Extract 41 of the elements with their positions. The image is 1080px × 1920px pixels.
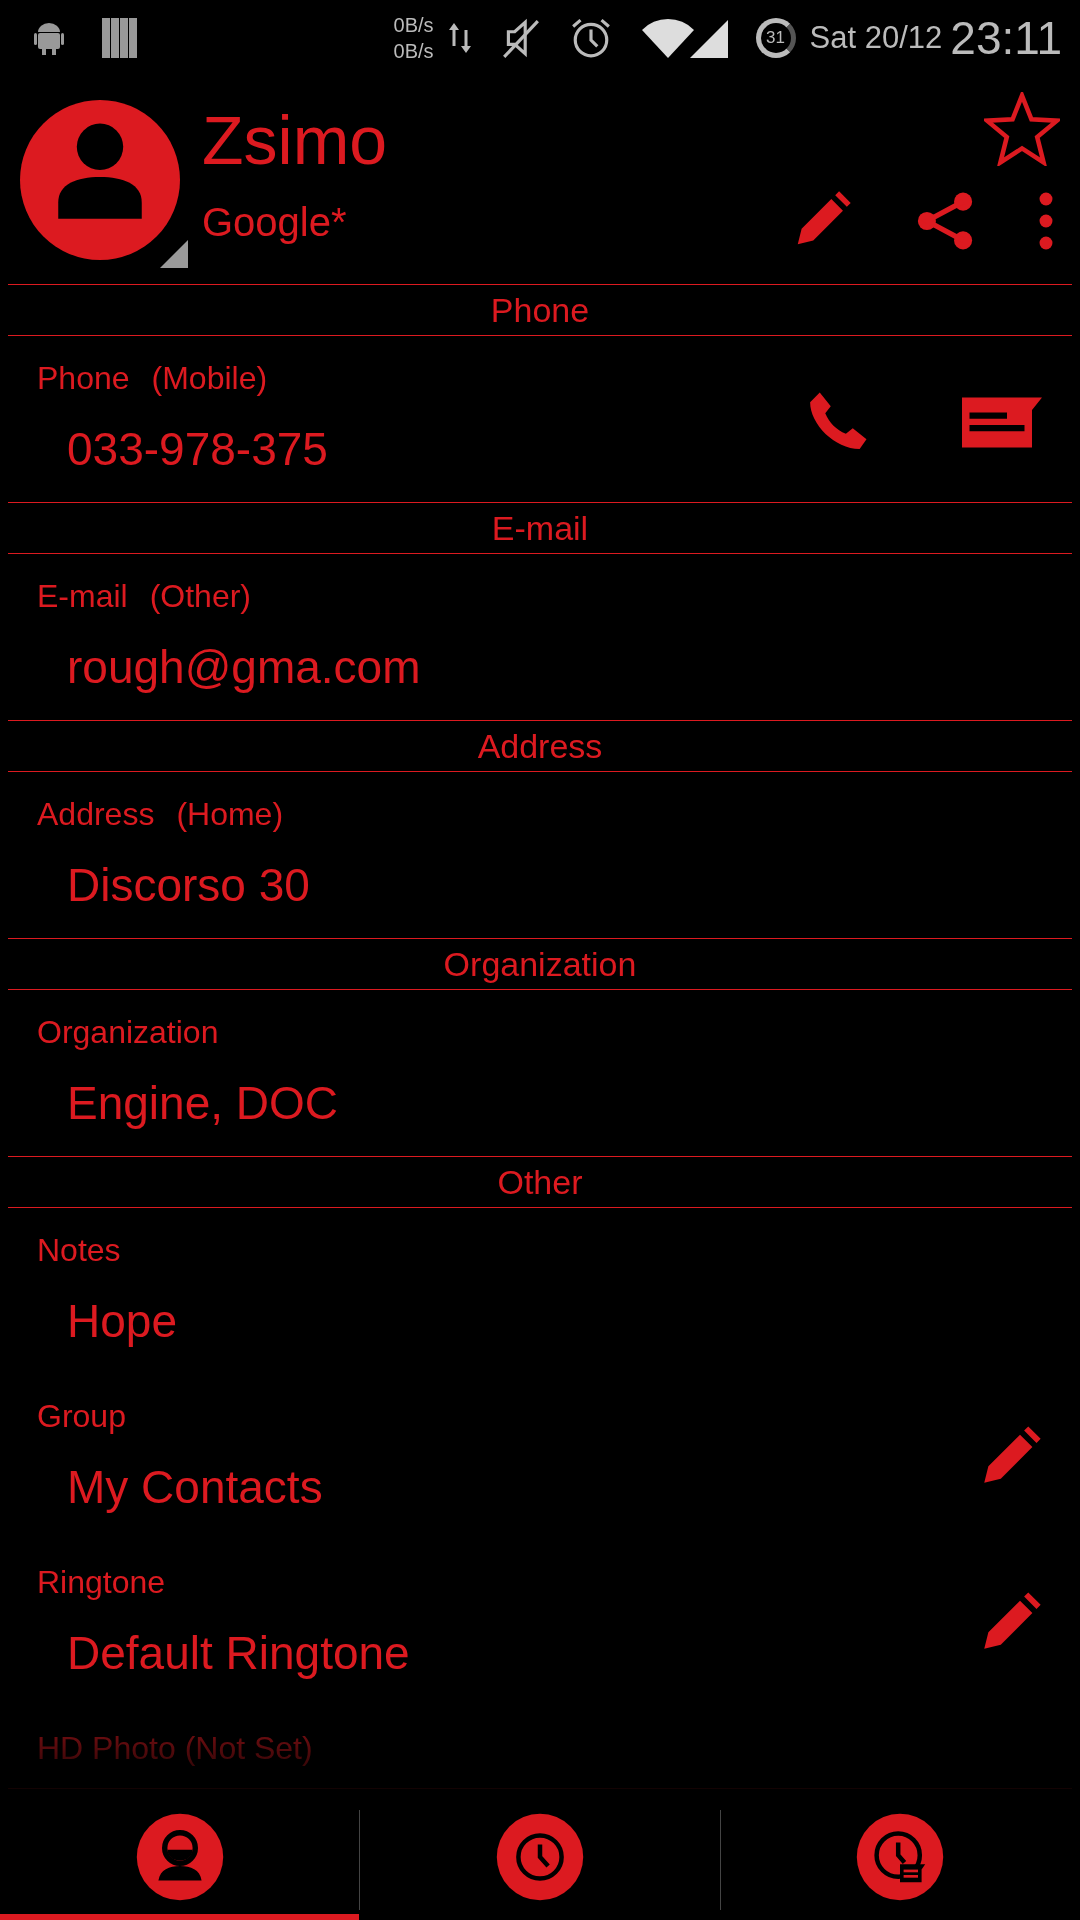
field-value[interactable]: Engine, DOC — [37, 1070, 338, 1136]
field-label: Phone — [37, 359, 130, 398]
data-arrows-icon — [447, 21, 472, 55]
field-value[interactable]: rough@gma.com — [37, 634, 421, 700]
star-icon[interactable] — [984, 92, 1060, 166]
field-label: Notes — [37, 1231, 121, 1270]
android-icon — [34, 21, 64, 55]
download-speed: 0B/s — [393, 39, 434, 64]
field-value[interactable]: My Contacts — [37, 1454, 323, 1520]
signal-icon — [639, 18, 730, 58]
field-label: Address — [37, 795, 155, 834]
account-name: Google* — [202, 200, 348, 245]
field-value[interactable]: Default Ringtone — [37, 1620, 410, 1686]
contact-name: Zsimo — [202, 101, 388, 180]
person-icon — [134, 1812, 225, 1902]
section-header: Other — [8, 1157, 1072, 1208]
section-header: E-mail — [8, 503, 1072, 554]
field-value[interactable]: 033-978-375 — [37, 416, 328, 482]
alarm-icon — [569, 17, 612, 59]
corner-triangle-icon — [160, 240, 188, 268]
section-header: Organization — [8, 939, 1072, 990]
field-label: E-mail — [37, 577, 128, 616]
clock-message-icon — [855, 1812, 946, 1902]
field-type: (Home) — [176, 795, 284, 834]
clock-icon — [495, 1812, 585, 1902]
battery-indicator: 31 — [755, 18, 796, 58]
field-type: (Other) — [149, 577, 251, 616]
field-label: Organization — [37, 1013, 219, 1052]
more-options-icon[interactable] — [1038, 190, 1054, 252]
field-label: Ringtone — [37, 1563, 166, 1602]
field-value[interactable]: Hope — [37, 1288, 177, 1354]
upload-speed: 0B/s — [393, 13, 434, 38]
field-label: Group — [37, 1397, 126, 1436]
status-time: 23:11 — [950, 11, 1062, 65]
storage-icon — [102, 17, 138, 59]
field-value[interactable]: Discorso 30 — [37, 852, 310, 918]
field-type: (Mobile) — [151, 359, 268, 398]
section-header: Address — [8, 721, 1072, 772]
field-label: HD Photo (Not Set) — [37, 1729, 313, 1768]
status-date: Sat 20/12 — [809, 20, 943, 56]
section-header: Phone — [8, 285, 1072, 336]
